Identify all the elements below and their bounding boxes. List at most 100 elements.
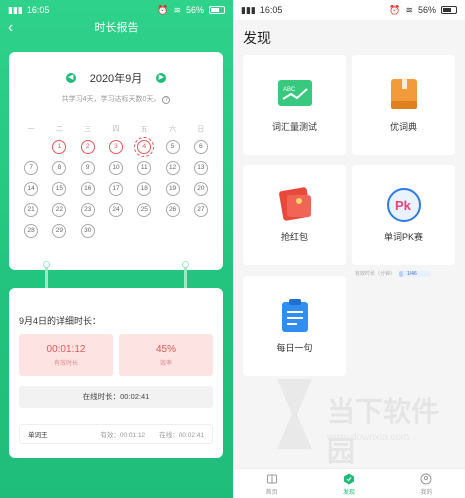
calendar-day[interactable]: 2 (80, 140, 95, 154)
next-month-button[interactable]: ▶ (156, 73, 167, 83)
tab-label: 首页 (265, 490, 278, 496)
calendar-day[interactable]: 13 (193, 161, 208, 175)
calendar-day[interactable]: 19 (165, 182, 180, 196)
efficiency-label: 效率 (159, 361, 172, 367)
tile-label: 词汇量测试 (271, 122, 317, 132)
status-bar: ▮▮▮ 16:05 ⏰ ≋ 56% (0, 0, 233, 20)
calendar-day[interactable]: 28 (24, 224, 39, 238)
effective-time-stat: 00:01:12 有效时长 (19, 334, 113, 376)
calendar-day[interactable]: 26 (165, 203, 180, 217)
calendar-day[interactable]: 14 (24, 182, 39, 196)
status-time: 16:05 (259, 5, 283, 15)
efficiency-value: 45% (155, 344, 176, 355)
calendar-day[interactable]: 10 (108, 161, 123, 175)
day-grid: 1 2 3 4 5 6 7 8 9 10 11 12 13 14 15 16 17 18 19 20 21 22 23 24 2… (17, 137, 215, 238)
tile-dictionary[interactable]: 优词典 (352, 55, 455, 155)
calendar-day[interactable]: 3 (108, 140, 123, 154)
calendar-day[interactable]: 12 (165, 161, 180, 175)
calendar-card: ◀ 2020年9月 ▶ 共学习4天，学习达标天数0天。 ? 一二三四五六日 12… (9, 52, 223, 270)
calendar-day[interactable]: 16 (80, 182, 95, 196)
calendar-day[interactable]: 22 (52, 203, 67, 217)
calendar-day[interactable]: 27 (193, 203, 208, 217)
app-online-time: 在线：00:02:41 (159, 432, 204, 439)
detail-title: 9月4日的详细时长： (19, 316, 102, 326)
calendar-day[interactable]: 24 (108, 203, 123, 217)
weekday-row: 一二三四五六日 (17, 124, 215, 134)
wifi-icon: ≋ (405, 4, 413, 15)
effective-time-label: 有效时长 (53, 361, 78, 367)
back-button[interactable]: ‹ (8, 20, 13, 36)
status-bar: ▮▮▮ 16:05 ⏰ ≋ 56% (233, 0, 465, 20)
tab-discover[interactable]: 发现 (310, 469, 387, 498)
battery-percent: 56% (417, 5, 436, 15)
battery-icon (209, 6, 225, 14)
weekday-label: 四 (112, 126, 120, 133)
tab-label: 我的 (420, 490, 433, 496)
pk-icon: Pk (386, 188, 421, 222)
page-title: 发现 (243, 30, 271, 46)
discover-screen: ▮▮▮ 16:05 ⏰ ≋ 56% 发现 ABC 词汇量测试 优词典 抢红包 P… (233, 0, 465, 498)
tab-home[interactable]: 首页 (233, 469, 310, 498)
status-time: 16:05 (26, 5, 50, 15)
home-icon (266, 474, 277, 484)
tile-label: 每日一句 (276, 343, 313, 353)
calendar-day[interactable]: 6 (193, 140, 208, 154)
weekday-label: 一 (27, 126, 35, 133)
prev-month-button[interactable]: ◀ (65, 73, 76, 83)
discover-icon (343, 473, 354, 485)
calendar-day[interactable]: 29 (52, 224, 67, 238)
watermark-text: 当下软件园 (327, 396, 440, 467)
tile-daily-sentence[interactable]: 每日一句 (243, 276, 346, 376)
bottom-tab-bar: 首页 发现 我的 (233, 468, 465, 498)
calendar-summary: 共学习4天，学习达标天数0天。 ? (9, 94, 223, 104)
vocab-test-icon: ABC (277, 80, 312, 106)
app-usage-row: 单词王 有效：00:01:12 在线：00:02:41 (19, 424, 213, 444)
calendar-day[interactable]: 23 (80, 203, 95, 217)
calendar-day[interactable]: 15 (52, 182, 67, 196)
calendar-day[interactable]: 17 (108, 182, 123, 196)
calendar-day[interactable]: 5 (165, 140, 180, 154)
calendar-day[interactable]: 25 (137, 203, 152, 217)
time-report-screen: ▮▮▮ 16:05 ⏰ ≋ 56% ‹ 时长报告 ◀ 2020年9月 ▶ 共学习… (0, 0, 233, 498)
dictionary-icon (390, 79, 417, 109)
watermark-url: www.downxia.com (327, 432, 410, 443)
connector-knob (182, 261, 189, 268)
tile-red-packet[interactable]: 抢红包 (243, 165, 346, 265)
tile-label: 抢红包 (280, 232, 308, 242)
progress-bar: 1/46 (399, 270, 432, 277)
watermark: 当下软件园 www.downxia.com (267, 374, 457, 467)
tile-word-pk[interactable]: Pk 单词PK赛 (352, 165, 455, 265)
effective-time-value: 00:01:12 (46, 344, 86, 355)
tab-label: 发现 (342, 490, 355, 496)
calendar-day[interactable]: 8 (52, 161, 67, 175)
calendar-day[interactable]: 4 (134, 137, 155, 157)
online-time: 在线时长：00:02:41 (19, 386, 213, 408)
tile-label: 优词典 (389, 122, 417, 132)
tab-profile[interactable]: 我的 (388, 469, 465, 498)
alarm-icon: ⏰ (157, 4, 169, 15)
tile-vocab-test[interactable]: ABC 词汇量测试 (243, 55, 346, 155)
progress-label: 有效时长（分钟） (355, 271, 396, 277)
weekday-label: 二 (55, 126, 63, 133)
calendar-day[interactable]: 30 (80, 224, 95, 238)
calendar-day[interactable]: 20 (193, 182, 208, 196)
month-switcher: ◀ 2020年9月 ▶ (9, 70, 223, 86)
wifi-icon: ≋ (173, 4, 181, 15)
weekday-label: 五 (140, 126, 148, 133)
connector-knob (43, 261, 50, 268)
summary-text: 共学习4天，学习达标天数0天。 (61, 96, 161, 103)
svg-text:ABC: ABC (283, 87, 296, 93)
calendar-day[interactable]: 11 (137, 161, 152, 175)
header: ‹ 时长报告 (0, 20, 233, 40)
month-label: 2020年9月 (89, 73, 143, 85)
calendar-day[interactable]: 21 (24, 203, 39, 217)
app-effective-time: 有效：00:01:12 (100, 432, 146, 439)
svg-text:Pk: Pk (395, 198, 412, 213)
calendar-day[interactable]: 7 (24, 161, 39, 175)
calendar-day[interactable]: 18 (137, 182, 152, 196)
help-icon[interactable]: ? (162, 96, 171, 104)
calendar-day[interactable]: 1 (52, 140, 67, 154)
battery-percent: 56% (185, 5, 204, 15)
red-packet-icon (278, 187, 311, 221)
calendar-day[interactable]: 9 (80, 161, 95, 175)
